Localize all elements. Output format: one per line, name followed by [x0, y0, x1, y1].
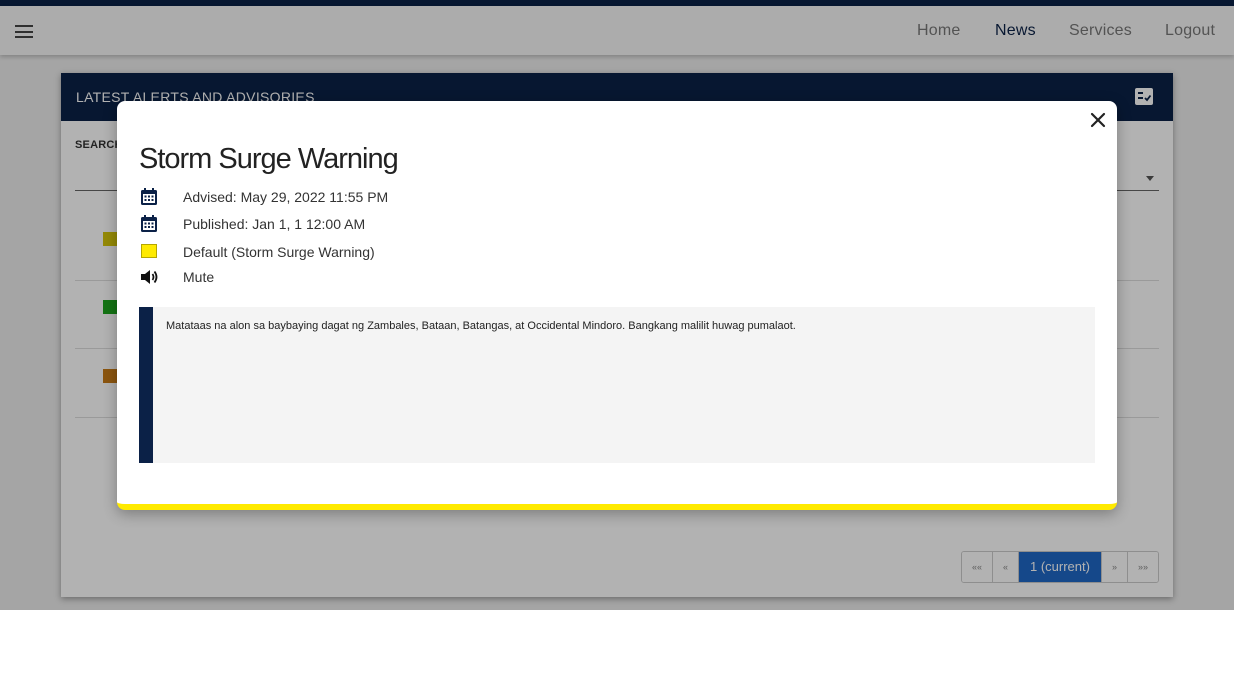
- modal-title: Storm Surge Warning: [139, 143, 399, 175]
- mute-toggle-label[interactable]: Mute: [183, 269, 214, 285]
- advisory-message-box: Matataas na alon sa baybaying dagat ng Z…: [139, 307, 1095, 463]
- advised-date: Advised: May 29, 2022 11:55 PM: [183, 189, 389, 205]
- calendar-icon: [141, 188, 157, 205]
- alert-detail-modal: Storm Surge Warning Advised: May 29, 202…: [117, 101, 1117, 510]
- calendar-icon: [141, 215, 157, 232]
- alert-level: Default (Storm Surge Warning): [183, 244, 375, 260]
- close-icon[interactable]: [1089, 111, 1107, 129]
- speaker-icon[interactable]: [139, 267, 159, 287]
- alert-color-swatch: [141, 244, 157, 258]
- advisory-message: Matataas na alon sa baybaying dagat ng Z…: [166, 320, 796, 332]
- published-date: Published: Jan 1, 1 12:00 AM: [183, 216, 366, 232]
